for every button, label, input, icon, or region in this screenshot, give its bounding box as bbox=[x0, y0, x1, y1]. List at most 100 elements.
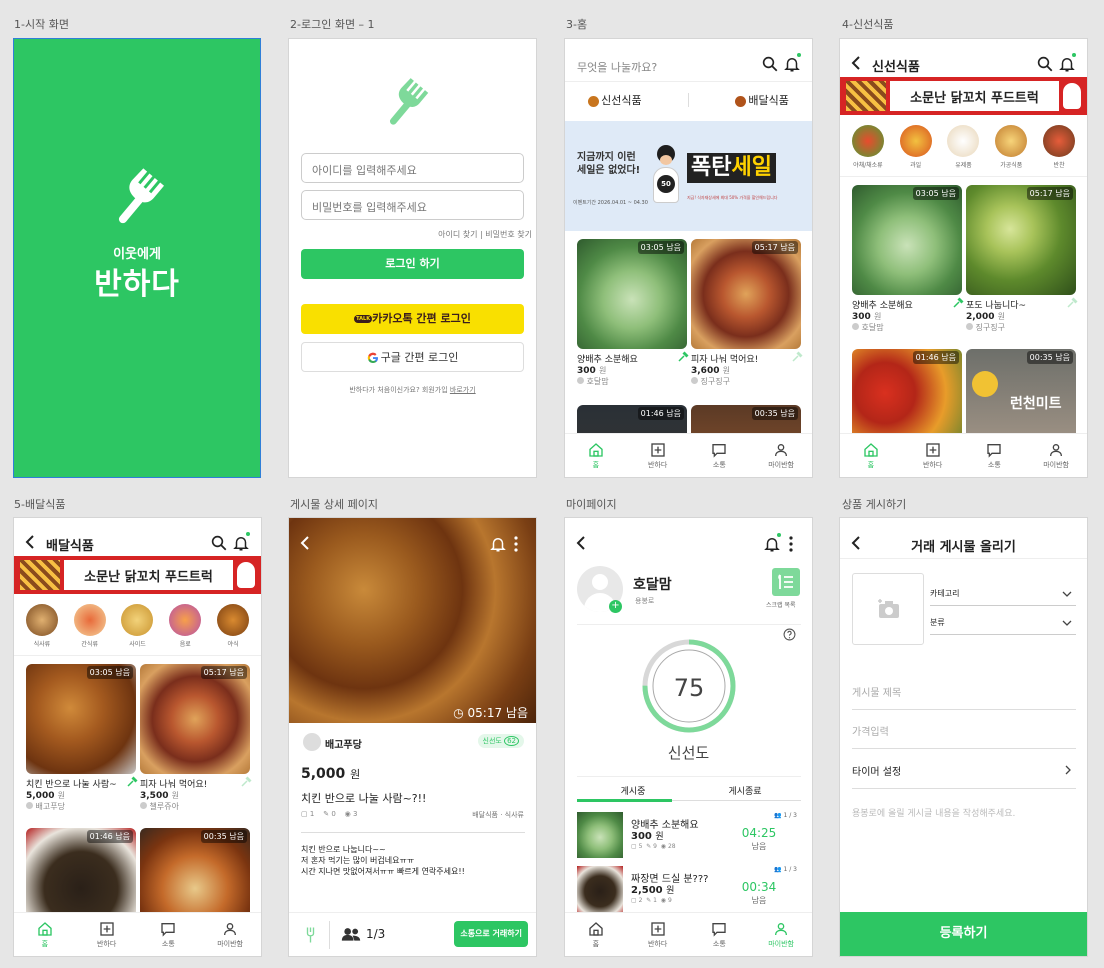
post-body: 치킨 반으로 나눕니다~~ 저 혼자 먹기는 많이 버겁네요ㅠㅠ 시간 지나면 … bbox=[301, 845, 465, 876]
add-photo-icon[interactable]: + bbox=[609, 600, 622, 613]
submit-button[interactable]: 등록하기 bbox=[840, 912, 1087, 956]
profile-name: 호달맘 bbox=[633, 577, 672, 593]
back-arrow-icon[interactable] bbox=[299, 536, 311, 550]
kakao-login-button[interactable]: TALK 카카오톡 간편 로그인 bbox=[301, 304, 524, 334]
avatar bbox=[691, 377, 698, 384]
nav-chat[interactable]: 소통 bbox=[143, 921, 193, 949]
bell-icon[interactable] bbox=[763, 535, 781, 553]
banner-subtext: 지금! 식자재상세에 최대 50% 가격을 할인해드립니다 bbox=[687, 195, 778, 200]
back-arrow-icon[interactable] bbox=[575, 536, 587, 550]
nav-home[interactable]: 홈 bbox=[571, 921, 621, 949]
search-icon[interactable] bbox=[761, 55, 779, 73]
fork-icon bbox=[127, 776, 138, 787]
find-password-link[interactable]: 비밀번호 찾기 bbox=[485, 230, 532, 239]
id-input[interactable]: 아이디를 입력해주세요 bbox=[301, 153, 524, 183]
signup-link[interactable]: 바로가기 bbox=[450, 386, 476, 394]
tab-active-posts[interactable]: 게시중 bbox=[577, 784, 689, 797]
nav-post[interactable]: 반하다 bbox=[82, 921, 132, 949]
body-textarea[interactable]: 용봉로에 올릴 게시글 내용을 작성해주세요. bbox=[852, 806, 1076, 819]
more-icon[interactable] bbox=[788, 536, 794, 552]
nav-mypage[interactable]: 마이반함 bbox=[756, 442, 806, 470]
product-card[interactable]: 03:05 남음 치킨 반으로 나눌 사람~ 5,000 원 배고푸당 bbox=[26, 664, 138, 812]
google-login-button[interactable]: 구글 간편 로그인 bbox=[301, 342, 524, 372]
product-label: 런천미트 bbox=[1010, 396, 1062, 412]
sale-banner[interactable]: 지금까지 이런 세일은 없었다! 이벤트기간 2026.04.01 ~ 04.3… bbox=[565, 121, 812, 231]
subcategory-item[interactable]: 간식류 bbox=[73, 604, 106, 648]
product-card[interactable]: 03:05 남음 양배추 소분해요 300 원 호달맘 bbox=[852, 185, 964, 333]
login-screen: 아이디를 입력해주세요 비밀번호를 입력해주세요 아이디 찾기 | 비밀번호 찾… bbox=[288, 38, 537, 478]
plus-square-icon bbox=[99, 921, 114, 936]
nav-chat[interactable]: 소통 bbox=[694, 921, 744, 949]
ad-banner[interactable]: 소문난 닭꼬치 푸드트럭 bbox=[840, 77, 1087, 115]
search-icon[interactable] bbox=[210, 534, 228, 552]
signup-text: 반하다가 처음이신가요? 회원가입 bbox=[349, 386, 448, 394]
product-seller: 챌루쥬아 bbox=[140, 801, 250, 812]
photo-upload-box[interactable] bbox=[852, 573, 924, 645]
password-input[interactable]: 비밀번호를 입력해주세요 bbox=[301, 190, 524, 220]
nav-post[interactable]: 반하다 bbox=[908, 442, 958, 470]
subcategory-item[interactable]: 야채/채소류 bbox=[851, 125, 884, 169]
timer-overlay: ◷ 05:17 남음 bbox=[453, 706, 528, 720]
subcategory-item[interactable]: 과일 bbox=[899, 125, 932, 169]
price-input[interactable]: 가격입력 bbox=[852, 723, 1076, 749]
ad-skewer-image bbox=[846, 81, 886, 111]
time-badge: 01:46 남음 bbox=[637, 407, 684, 420]
chat-trade-button[interactable]: 소통으로 거래하기 bbox=[454, 921, 528, 947]
bell-icon[interactable] bbox=[783, 55, 801, 73]
product-seller: 배고푸당 bbox=[26, 801, 136, 812]
subcategory-item[interactable]: 가공식품 bbox=[995, 125, 1028, 169]
subcategory-item[interactable]: 사이드 bbox=[121, 604, 154, 648]
bell-icon[interactable] bbox=[1058, 55, 1076, 73]
nav-post[interactable]: 반하다 bbox=[633, 442, 683, 470]
subcategory-item[interactable]: 식사류 bbox=[25, 604, 58, 648]
nav-post[interactable]: 반하다 bbox=[633, 921, 683, 949]
ad-banner[interactable]: 소문난 닭꼬치 푸드트럭 bbox=[14, 556, 261, 594]
bell-icon[interactable] bbox=[232, 534, 250, 552]
list-item[interactable]: 양배추 소분해요 300 원 ▢ 5 ✎ 9 ◉ 28 👥 1 / 3 04:2… bbox=[577, 810, 799, 858]
google-login-label: 구글 간편 로그인 bbox=[380, 351, 459, 364]
subcategory-item[interactable]: 반찬 bbox=[1043, 125, 1076, 169]
subcategory-item[interactable]: 야식 bbox=[217, 604, 250, 648]
nav-home[interactable]: 홈 bbox=[571, 442, 621, 470]
login-button[interactable]: 로그인 하기 bbox=[301, 249, 524, 279]
subcategory-item[interactable]: 유제품 bbox=[947, 125, 980, 169]
product-card[interactable]: 03:05 남음 양배추 소분해요 300 원 호달맘 bbox=[577, 239, 689, 387]
product-price: 3,500 원 bbox=[140, 791, 179, 801]
title-input[interactable]: 게시물 제목 bbox=[852, 684, 1076, 710]
product-card[interactable]: 05:17 남음 포도 나눕니다~ 2,000 원 징구징구 bbox=[966, 185, 1078, 333]
tab-fresh[interactable]: 신선식품 bbox=[588, 92, 642, 108]
nav-chat[interactable]: 소통 bbox=[694, 442, 744, 470]
nav-mypage[interactable]: 마이반함 bbox=[205, 921, 255, 949]
nav-mypage[interactable]: 마이반함 bbox=[756, 921, 806, 949]
kind-select[interactable]: 분류 bbox=[930, 617, 1076, 635]
user-icon bbox=[224, 922, 237, 935]
plus-square-icon bbox=[650, 921, 665, 936]
nav-chat[interactable]: 소통 bbox=[969, 442, 1019, 470]
more-icon[interactable] bbox=[513, 536, 519, 552]
subcategory-item[interactable]: 음료 bbox=[169, 604, 202, 648]
tab-ended-posts[interactable]: 게시종료 bbox=[689, 784, 801, 797]
post-price: 5,000 원 bbox=[301, 766, 361, 782]
product-card[interactable]: 05:17 남음 피자 나눠 먹어요! 3,500 원 챌루쥬아 bbox=[140, 664, 252, 812]
list-item[interactable]: 짜장면 드실 분??? 2,500 원 ▢ 2 ✎ 1 ◉ 9 👥 1 / 3 … bbox=[577, 864, 799, 912]
search-icon[interactable] bbox=[1036, 55, 1054, 73]
fork-icon bbox=[953, 297, 964, 308]
scrap-list-icon[interactable] bbox=[772, 568, 800, 596]
chevron-down-icon bbox=[1062, 591, 1072, 597]
tab-delivery[interactable]: 배달식품 bbox=[735, 92, 789, 108]
product-card[interactable]: 05:17 남음 피자 나눠 먹어요! 3,600 원 징구징구 bbox=[691, 239, 803, 387]
category-select[interactable]: 카테고리 bbox=[930, 588, 1076, 606]
find-id-link[interactable]: 아이디 찾기 bbox=[438, 230, 477, 239]
back-arrow-icon[interactable] bbox=[850, 56, 862, 70]
nav-home[interactable]: 홈 bbox=[846, 442, 896, 470]
nav-home[interactable]: 홈 bbox=[20, 921, 70, 949]
timer-setting[interactable]: 타이머 설정 bbox=[852, 763, 1076, 789]
nav-mypage[interactable]: 마이반함 bbox=[1031, 442, 1081, 470]
delivery-food-icon bbox=[735, 95, 747, 107]
bell-icon[interactable] bbox=[489, 535, 507, 553]
fork-icon[interactable] bbox=[303, 925, 321, 945]
search-input[interactable]: 무엇을 나눌까요? bbox=[577, 59, 657, 75]
help-icon[interactable] bbox=[783, 628, 796, 641]
product-image: 05:17 남음 bbox=[691, 239, 801, 349]
back-arrow-icon[interactable] bbox=[24, 535, 36, 549]
